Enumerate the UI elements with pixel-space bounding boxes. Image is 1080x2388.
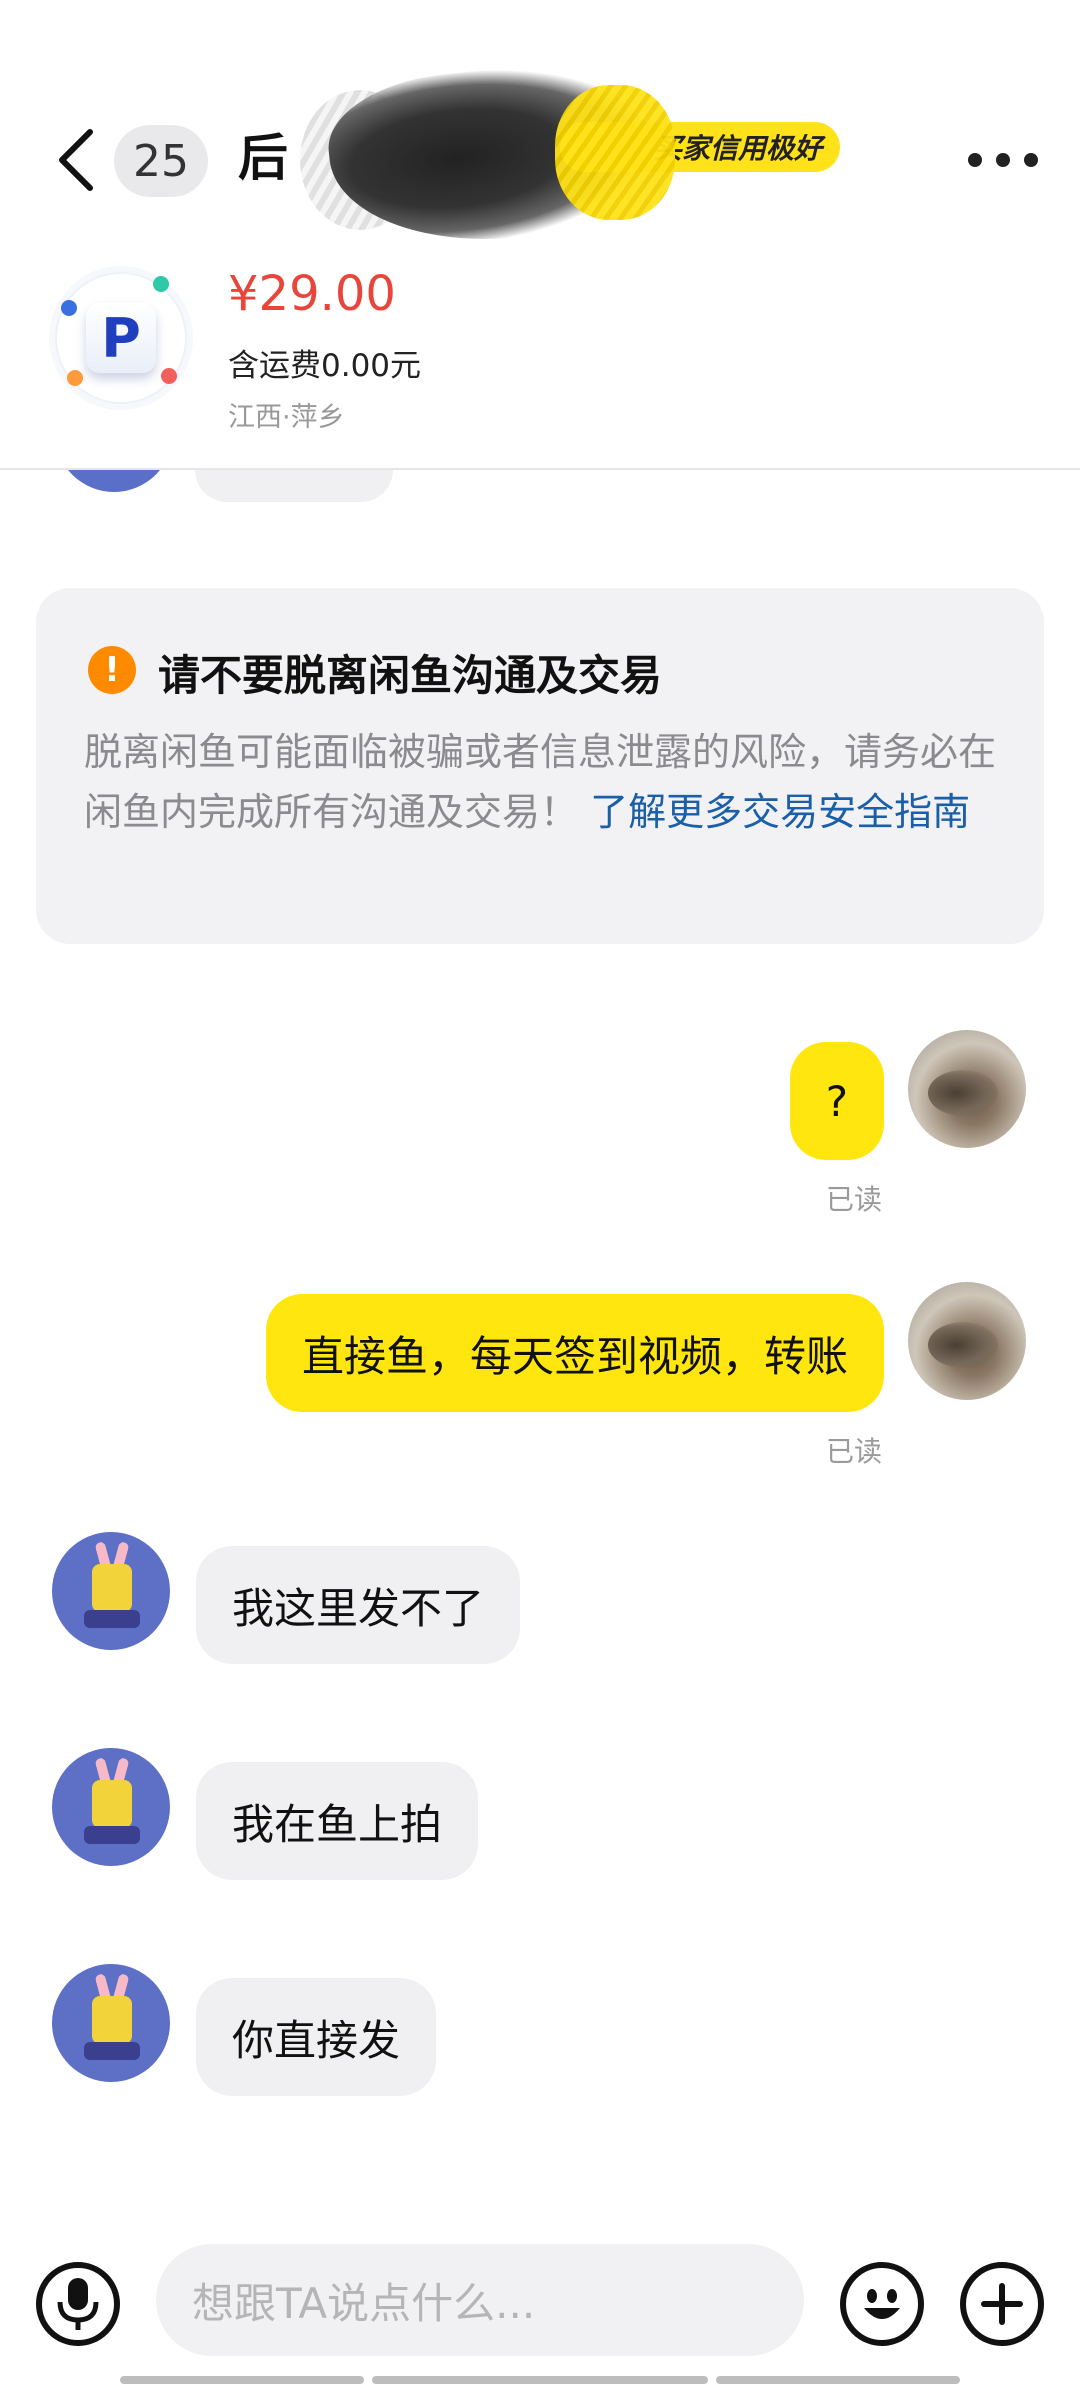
message-bubble-sent[interactable]: 直接鱼，每天签到视频，转账 — [265, 1294, 884, 1412]
message-bubble-received[interactable]: 我这里发不了 — [196, 1546, 521, 1664]
seller-name: 后 — [238, 129, 288, 187]
warning-icon: ! — [88, 646, 136, 694]
product-location: 江西·萍乡 — [228, 402, 345, 433]
seller-avatar[interactable] — [52, 1964, 170, 2082]
seller-avatar[interactable] — [52, 1748, 170, 1866]
safety-notice-card: ! 请不要脱离闲鱼沟通及交易 脱离闲鱼可能面临被骗或者信息泄露的风险，请务必在闲… — [36, 588, 1044, 944]
seller-avatar[interactable] — [52, 1532, 170, 1650]
gesture-bar-center — [372, 2376, 708, 2384]
more-actions-button[interactable] — [960, 2262, 1044, 2346]
microphone-icon — [57, 2278, 99, 2330]
emoji-button[interactable] — [840, 2262, 924, 2346]
emoji-icon — [864, 2289, 900, 2319]
back-button[interactable] — [48, 125, 104, 195]
notice-title: 请不要脱离闲鱼沟通及交易 — [158, 651, 663, 700]
notice-body: 脱离闲鱼可能面临被骗或者信息泄露的风险，请务必在闲鱼内完成所有沟通及交易！ 了解… — [84, 722, 1014, 842]
message-bubble-sent[interactable]: ? — [789, 1042, 884, 1160]
gesture-bar-left — [120, 2376, 364, 2384]
app-logo-icon: P — [86, 303, 156, 373]
my-avatar[interactable] — [908, 1030, 1026, 1148]
my-avatar[interactable] — [908, 1282, 1026, 1400]
message-input[interactable]: 想跟TA说点什么... — [156, 2244, 804, 2356]
read-status: 已读 — [826, 1435, 883, 1468]
product-thumbnail[interactable]: P — [55, 272, 187, 404]
more-options-button[interactable] — [968, 140, 1038, 180]
redaction-scribble-yellow — [555, 85, 675, 220]
read-status: 已读 — [826, 1183, 883, 1216]
shipping-fee: 含运费0.00元 — [228, 348, 422, 384]
unread-count-badge: 25 — [114, 125, 208, 197]
voice-button[interactable] — [36, 2262, 120, 2346]
back-arrow-icon — [59, 129, 93, 191]
chat-input-bar: 想跟TA说点什么... — [0, 2230, 1080, 2388]
gesture-bar-right — [716, 2376, 960, 2384]
message-bubble-received[interactable]: 你直接发 — [196, 1978, 437, 2096]
product-price: ¥29.00 — [228, 266, 396, 322]
plus-icon — [981, 2283, 1023, 2325]
chat-header: 25 后 买家信用极好 P ¥29.00 含运费0.00元 江西·萍乡 — [0, 0, 1080, 470]
safety-guide-link[interactable]: 了解更多交易安全指南 — [590, 790, 970, 834]
more-dots-icon — [968, 153, 982, 167]
message-bubble-received[interactable]: 我在鱼上拍 — [196, 1762, 479, 1880]
